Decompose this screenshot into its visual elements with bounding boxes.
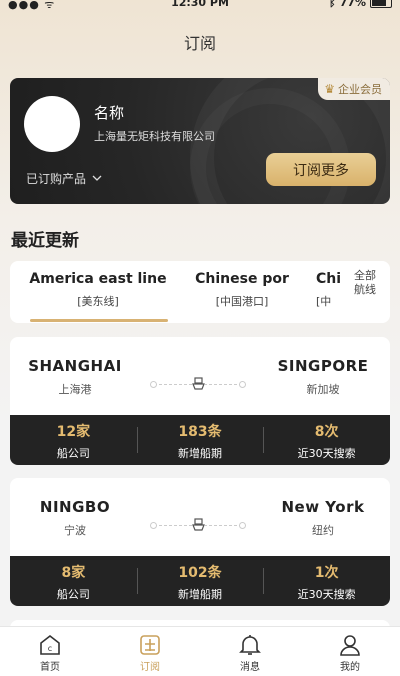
origin-port-en: NINGBO <box>39 498 111 516</box>
stat-searches: 1次 近30天搜索 <box>263 556 390 606</box>
stat-value: 102条 <box>178 565 222 581</box>
all-routes-label: 航线 <box>354 283 376 296</box>
tabbar-label: 订阅 <box>140 662 160 673</box>
active-tab-indicator <box>30 319 168 322</box>
stat-label: 船公司 <box>56 588 90 601</box>
stat-new-schedules: 102条 新增船期 <box>136 556 264 606</box>
tabbar-profile[interactable]: 我的 <box>300 627 400 676</box>
user-icon <box>300 633 400 657</box>
all-routes-label: 全部 <box>354 269 376 282</box>
route-stats: 12家 船公司 183条 新增船期 8次 近30天搜索 <box>10 415 390 465</box>
bluetooth-icon: ᛒ <box>329 0 336 9</box>
route-card[interactable]: SHANGHAI 上海港 SINGPORE 新加坡 12家 船公司 183条 新… <box>10 337 390 465</box>
origin-port-cn: 宁波 <box>64 524 86 537</box>
svg-text:c: c <box>48 644 52 653</box>
stat-label: 新增船期 <box>178 588 222 601</box>
subscribe-icon <box>100 633 200 657</box>
avatar[interactable] <box>24 96 80 152</box>
tab-america-east-line[interactable]: America east line [美东线] <box>28 271 168 309</box>
stat-value: 12家 <box>56 424 91 440</box>
stat-label: 近30天搜索 <box>297 588 356 601</box>
section-title-recent: 最近更新 <box>11 231 79 251</box>
destination-port-cn: 纽约 <box>312 524 334 537</box>
ship-icon <box>192 518 205 532</box>
tabbar-home[interactable]: c 首页 <box>0 627 100 676</box>
stat-new-schedules: 183条 新增船期 <box>136 415 264 465</box>
tab-label-cn: [美东线] <box>77 295 119 308</box>
stat-value: 8次 <box>314 424 339 440</box>
tabbar-messages[interactable]: 消息 <box>200 627 300 676</box>
destination-port-en: New York <box>281 498 365 516</box>
stat-searches: 8次 近30天搜索 <box>263 415 390 465</box>
stat-label: 新增船期 <box>178 447 222 460</box>
subscribe-more-button[interactable]: 订阅更多 <box>266 153 376 186</box>
destination-port-cn: 新加坡 <box>306 383 340 396</box>
stat-value: 183条 <box>178 424 222 440</box>
tab-chinese-ports[interactable]: Chinese por [中国港口] <box>192 271 292 309</box>
route-line <box>150 377 246 391</box>
vip-badge: ♛ 企业会员 <box>318 78 390 100</box>
route-tabs: America east line [美东线] Chinese por [中国港… <box>10 261 390 323</box>
tab-label-cn: [中国港口] <box>215 295 269 308</box>
tabbar-label: 首页 <box>40 662 60 673</box>
ship-icon <box>192 377 205 391</box>
route-line <box>150 518 246 532</box>
stat-value: 1次 <box>314 565 339 581</box>
battery-icon <box>370 0 392 8</box>
tabbar-subscribe[interactable]: 订阅 <box>100 627 200 676</box>
user-name: 名称 <box>94 104 125 122</box>
vip-badge-label: 企业会员 <box>338 83 382 96</box>
tab-label-en: Chinese por <box>195 271 289 287</box>
destination-port: New York 纽约 <box>268 498 378 538</box>
stat-carriers: 12家 船公司 <box>10 415 137 465</box>
destination-port-en: SINGPORE <box>277 357 369 375</box>
stat-label: 近30天搜索 <box>297 447 356 460</box>
purchased-products-dropdown[interactable]: 已订购产品 <box>26 170 102 187</box>
battery-percent: 77% <box>339 0 366 9</box>
route-stats: 8家 船公司 102条 新增船期 1次 近30天搜索 <box>10 556 390 606</box>
battery-indicator: ᛒ 77% <box>329 0 392 9</box>
bell-icon <box>200 633 300 657</box>
origin-port-cn: 上海港 <box>58 383 92 396</box>
origin-port: SHANGHAI 上海港 <box>20 357 130 397</box>
status-bar: ●●● ᯤ 12:30 PM ᛒ 77% <box>0 0 400 14</box>
member-card: ♛ 企业会员 名称 上海量无矩科技有限公司 已订购产品 订阅更多 <box>10 78 390 204</box>
bottom-tab-bar: c 首页 订阅 消息 我的 <box>0 626 400 676</box>
company-name: 上海量无矩科技有限公司 <box>94 130 215 143</box>
purchased-products-label: 已订购产品 <box>26 172 87 186</box>
tab-label-en: America east line <box>29 271 167 287</box>
destination-port: SINGPORE 新加坡 <box>268 357 378 397</box>
origin-port: NINGBO 宁波 <box>20 498 130 538</box>
origin-port-en: SHANGHAI <box>28 357 122 375</box>
home-icon: c <box>0 633 100 657</box>
stat-value: 8家 <box>61 565 86 581</box>
tabbar-label: 消息 <box>240 662 260 673</box>
stat-label: 船公司 <box>56 447 90 460</box>
crown-icon: ♛ <box>324 82 335 96</box>
chevron-down-icon <box>92 173 102 184</box>
stat-carriers: 8家 船公司 <box>10 556 137 606</box>
all-routes-button[interactable]: 全部 航线 <box>350 261 390 323</box>
page-title: 订阅 <box>183 34 216 53</box>
tabbar-label: 我的 <box>340 662 360 673</box>
route-card[interactable]: NINGBO 宁波 New York 纽约 8家 船公司 102条 新增船期 1… <box>10 478 390 606</box>
